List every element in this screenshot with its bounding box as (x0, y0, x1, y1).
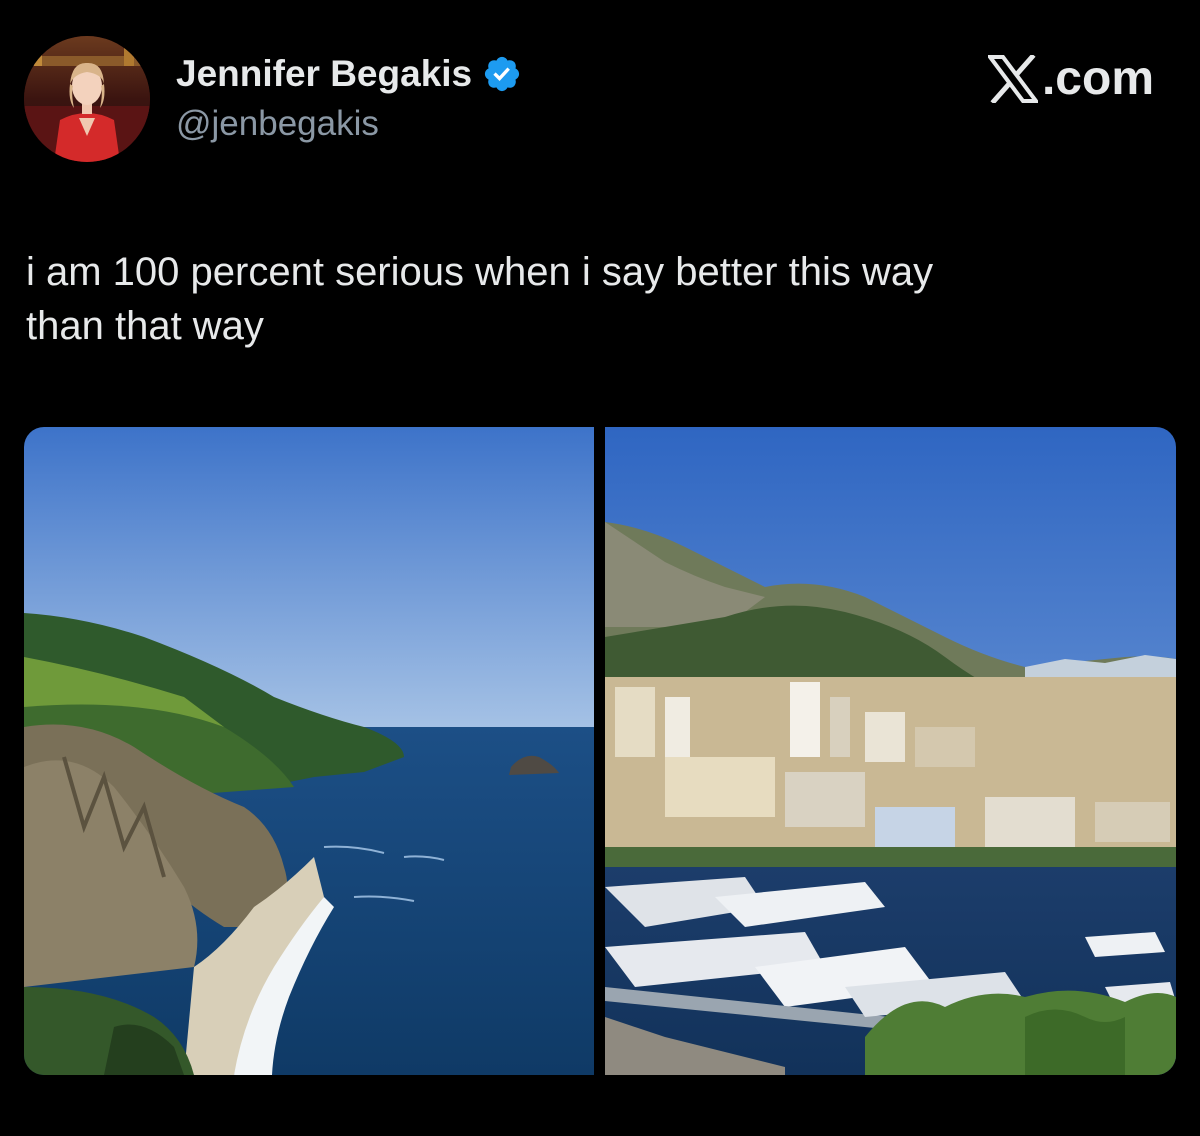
brand-watermark: .com (987, 50, 1154, 108)
author-display-name[interactable]: Jennifer Begakis (176, 53, 472, 95)
x-logo-icon (987, 55, 1038, 103)
brand-domain-suffix: .com (1041, 52, 1154, 105)
coastline-photo[interactable] (24, 427, 594, 1075)
media-grid (24, 427, 1176, 1075)
tweet-text: i am 100 percent serious when i say bett… (26, 245, 1176, 353)
author-avatar[interactable] (24, 36, 150, 162)
harbor-city-photo[interactable] (605, 427, 1176, 1075)
author-name-row: Jennifer Begakis (176, 46, 522, 102)
verified-badge-icon (482, 54, 522, 94)
tweet-text-line: than that way (26, 304, 264, 348)
author-handle[interactable]: @jenbegakis (176, 104, 379, 144)
tweet-text-line: i am 100 percent serious when i say bett… (26, 250, 934, 294)
